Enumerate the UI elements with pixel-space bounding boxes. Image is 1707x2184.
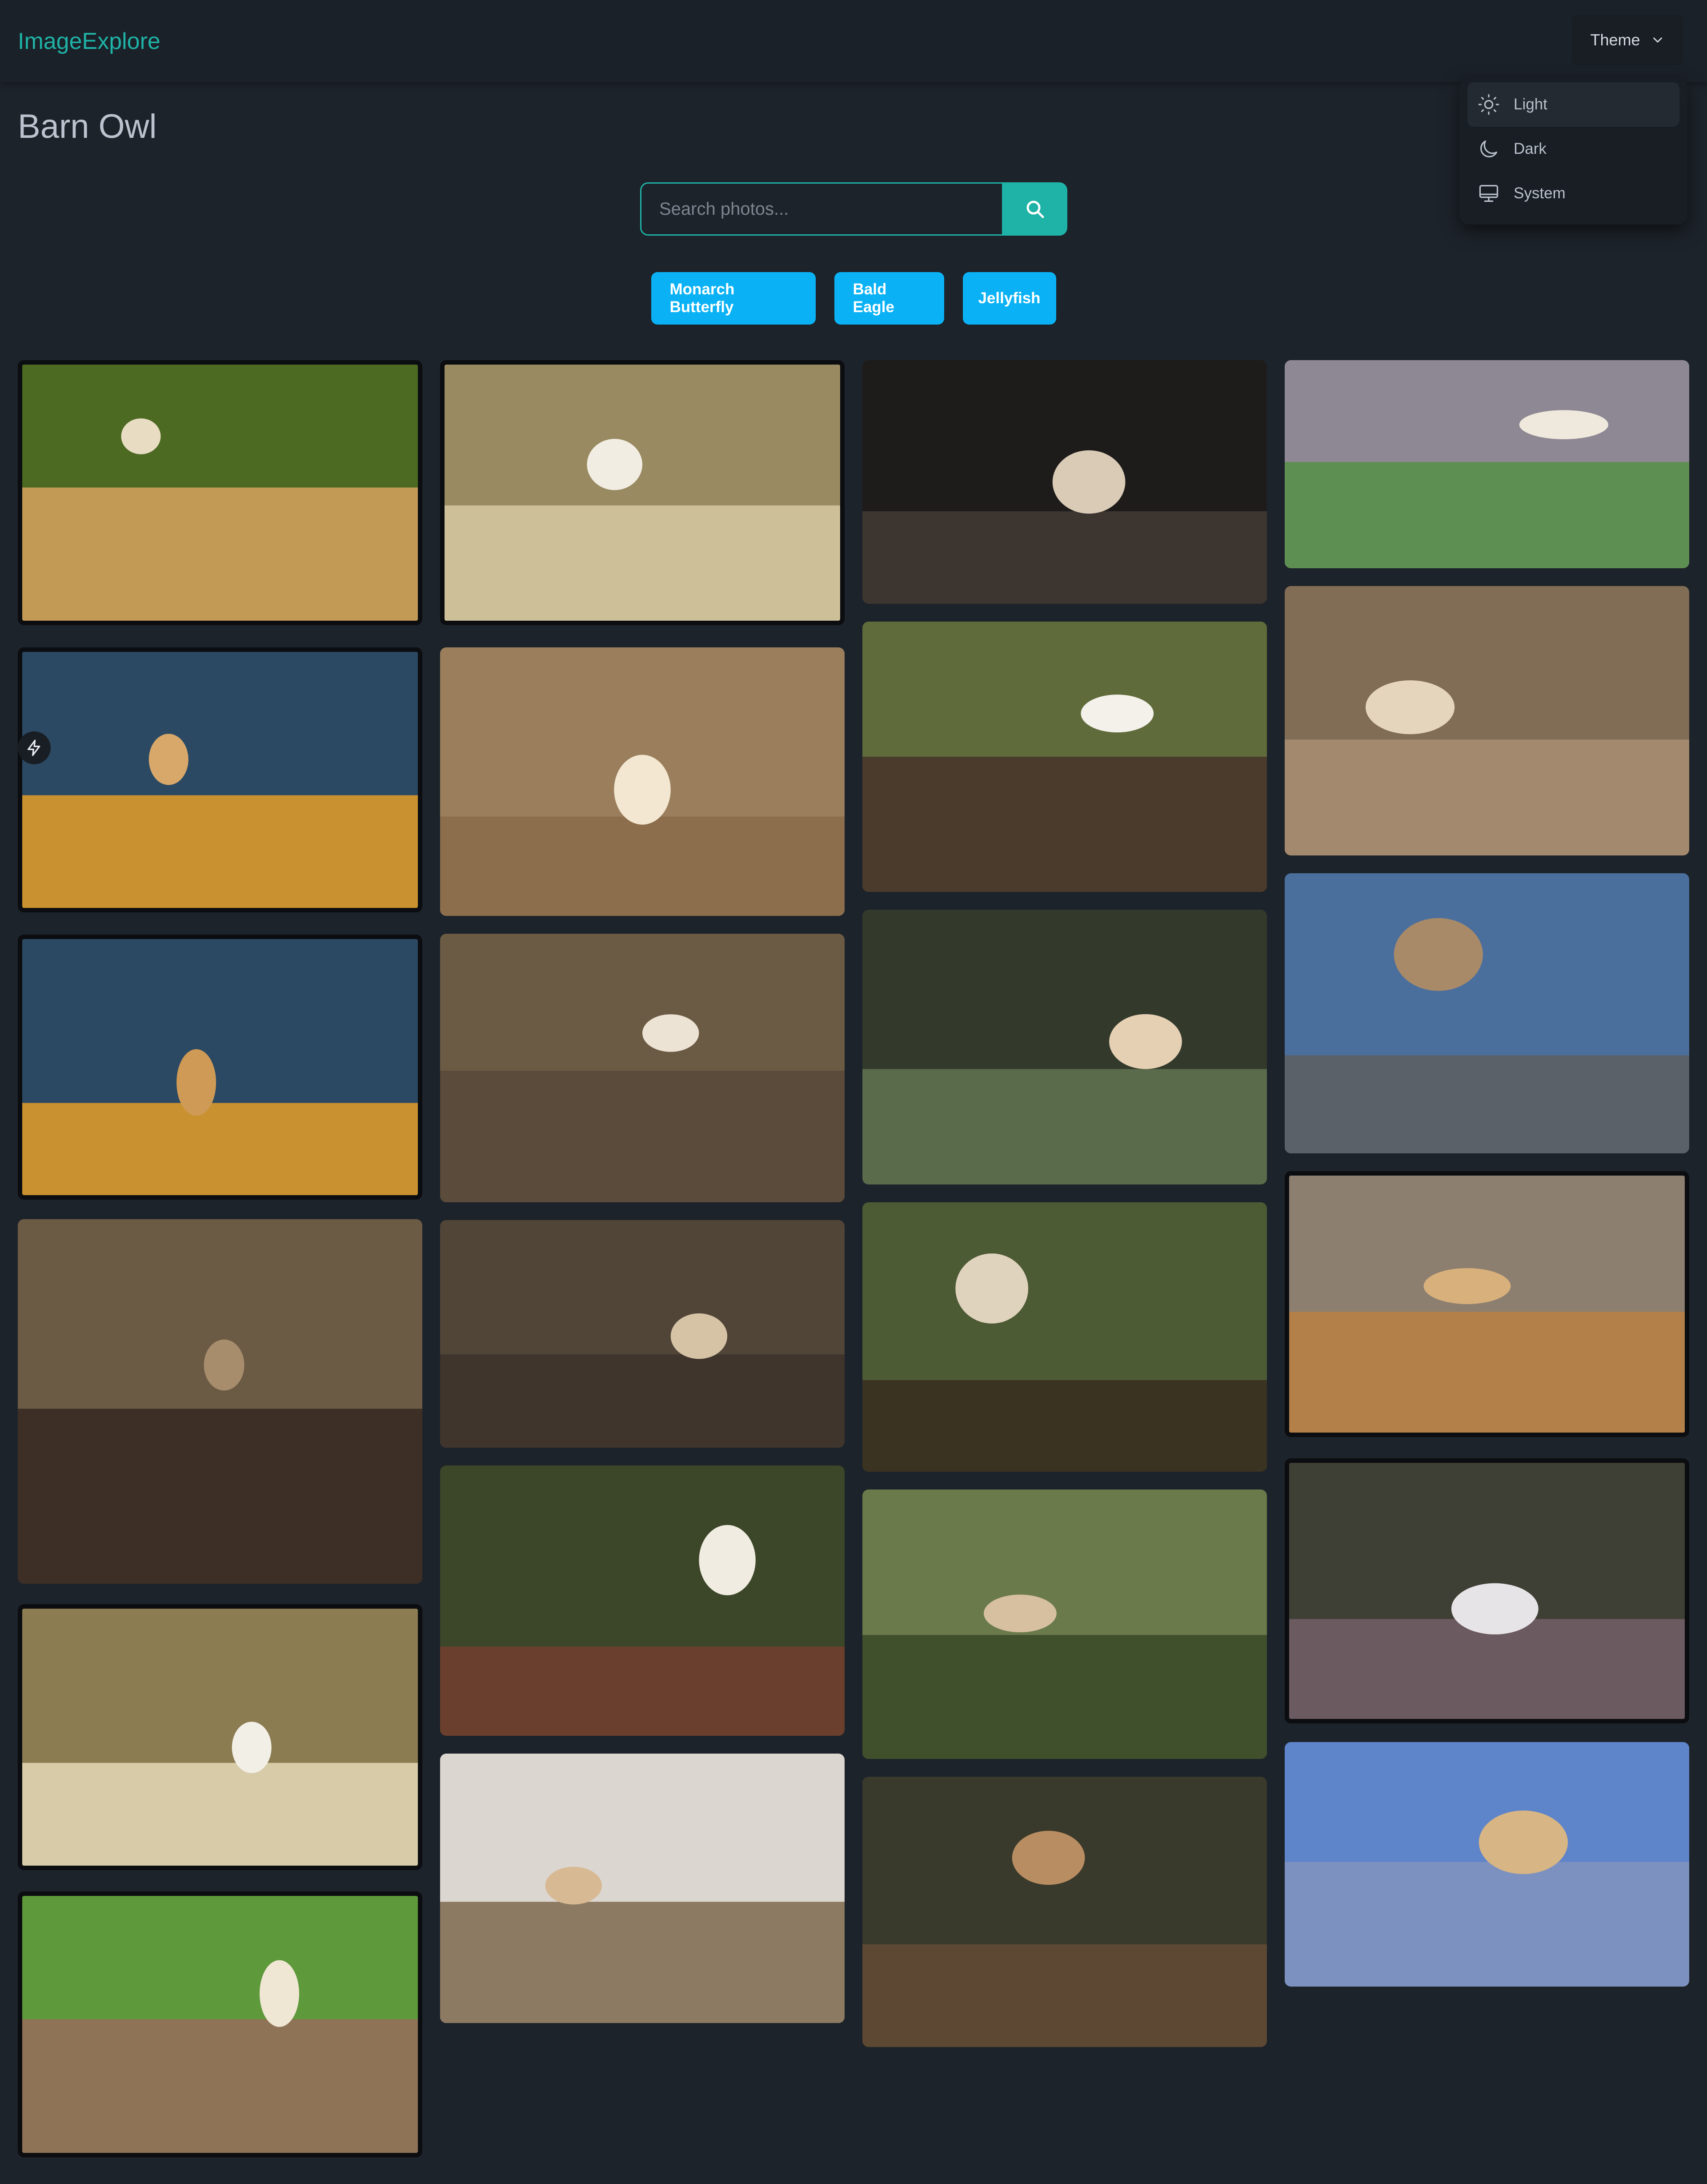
- theme-option-system[interactable]: System: [1467, 171, 1679, 216]
- owl-figure: [176, 1049, 216, 1116]
- photo-image: [22, 1896, 418, 2153]
- gallery-photo-barn-owl-over-green-hedge[interactable]: [18, 1891, 422, 2157]
- moon-icon: [1480, 141, 1497, 157]
- gallery-photo-barn-owl-over-green-meadow[interactable]: [1285, 360, 1689, 568]
- owl-figure: [1012, 1831, 1085, 1885]
- owl-figure: [1052, 450, 1126, 514]
- owl-figure: [1519, 410, 1608, 439]
- photo-image: [440, 934, 845, 1202]
- owl-figure: [642, 1014, 699, 1052]
- sun-icon: [1478, 94, 1499, 115]
- photo-image: [445, 365, 840, 621]
- gallery-photo-barn-owl-sleeping-on-branch[interactable]: [862, 1777, 1267, 2047]
- theme-option-label: System: [1514, 185, 1566, 202]
- gallery-photo-two-barn-owls-on-ledge[interactable]: [862, 360, 1267, 604]
- owl-figure: [1479, 1811, 1568, 1874]
- owl-figure: [260, 1960, 299, 2027]
- owl-figure: [955, 1253, 1029, 1324]
- owl-figure: [148, 734, 188, 785]
- photo-image: [862, 360, 1267, 604]
- owl-figure: [670, 1313, 728, 1359]
- photo-image: [440, 1220, 845, 1448]
- search-icon: [1026, 201, 1044, 218]
- owl-figure: [699, 1525, 756, 1595]
- tag-bald-eagle[interactable]: Bald Eagle: [834, 272, 944, 325]
- gallery-photo-barn-owl-in-misty-field[interactable]: [440, 1754, 845, 2023]
- owl-figure: [204, 1339, 244, 1391]
- theme-button[interactable]: Theme: [1572, 15, 1683, 65]
- photo-image: [862, 622, 1267, 892]
- gallery-photo-barn-owl-in-autumn-tree[interactable]: [18, 1219, 422, 1584]
- gallery-photo-barn-owl-over-golden-field[interactable]: [18, 360, 422, 625]
- theme-option-label: Light: [1514, 96, 1547, 113]
- gallery-photo-barn-owl-gliding-over-field[interactable]: [1285, 586, 1689, 855]
- photo-image: [22, 1609, 418, 1866]
- photo-image: [18, 1219, 422, 1584]
- owl-figure: [1109, 1014, 1182, 1069]
- owl-figure: [1394, 918, 1483, 991]
- gallery-photo-barn-owl-hidden-in-branches[interactable]: [440, 1220, 845, 1448]
- photo-image: [440, 647, 845, 916]
- owl-figure: [545, 1867, 602, 1905]
- photo-image: [1285, 873, 1689, 1153]
- gallery-photo-barn-owl-among-leaves[interactable]: [862, 1202, 1267, 1472]
- gallery-photo-barn-owl-on-wire[interactable]: [440, 934, 845, 1202]
- photo-image: [862, 910, 1267, 1184]
- photo-image: [862, 1777, 1267, 2047]
- photo-image: [1289, 1176, 1685, 1433]
- brand-logo[interactable]: ImageExplore: [18, 26, 160, 57]
- photo-image: [1289, 1463, 1685, 1719]
- gallery-photo-barn-owl-over-hedge[interactable]: [1285, 1171, 1689, 1437]
- photo-image: [440, 1465, 845, 1736]
- photo-image: [22, 939, 418, 1195]
- chevron-down-icon: [1653, 37, 1662, 43]
- owl-figure: [1423, 1268, 1511, 1304]
- gallery-photo-barred-owl-on-roof[interactable]: [1285, 873, 1689, 1153]
- search-bar: [640, 182, 1067, 236]
- tag-jellyfish[interactable]: Jellyfish: [962, 272, 1056, 325]
- owl-figure: [121, 418, 161, 454]
- theme-option-dark[interactable]: Dark: [1467, 127, 1679, 171]
- theme-dropdown: Light Dark System: [1459, 78, 1687, 225]
- theme-option-label: Dark: [1514, 140, 1547, 157]
- photo-image: [862, 1202, 1267, 1472]
- photo-image: [1285, 1742, 1689, 1987]
- search-button[interactable]: [1002, 182, 1067, 236]
- photo-image: [22, 365, 418, 621]
- navbar: ImageExplore Theme: [0, 0, 1707, 82]
- page-title: Barn Owl: [18, 108, 157, 145]
- gallery-photo-barn-owl-against-blue-sky[interactable]: [18, 647, 422, 912]
- owl-figure: [232, 1722, 272, 1773]
- owl-figure: [1451, 1583, 1539, 1634]
- gallery-photo-barn-owl-low-flight-green[interactable]: [862, 910, 1267, 1184]
- owl-figure: [614, 755, 671, 825]
- photo-image: [440, 1754, 845, 2023]
- owl-figure: [984, 1594, 1057, 1633]
- lightning-button[interactable]: [18, 731, 51, 764]
- owl-figure: [1081, 695, 1154, 733]
- theme-option-light[interactable]: Light: [1467, 82, 1679, 127]
- gallery-photo-barn-owl-in-bushes[interactable]: [440, 1465, 845, 1736]
- gallery-photo-barn-owl-in-flight-blue-sky[interactable]: [18, 935, 422, 1200]
- photo-image: [862, 1489, 1267, 1759]
- photo-image: [22, 652, 418, 908]
- photo-image: [1285, 360, 1689, 568]
- search-input[interactable]: [640, 182, 1014, 236]
- gallery-photo-barn-owl-wings-spread-sky[interactable]: [1285, 1742, 1689, 1987]
- gallery-photo-barn-owl-over-pale-meadow[interactable]: [18, 1604, 422, 1870]
- lightning-icon: [28, 739, 40, 756]
- photo-image: [1285, 586, 1689, 855]
- tag-monarch-butterfly[interactable]: Monarch Butterfly: [651, 272, 816, 325]
- gallery-photo-barn-owl-over-heath[interactable]: [1285, 1458, 1689, 1723]
- theme-button-label: Theme: [1590, 30, 1640, 49]
- gallery-photo-barn-owl-wings-raised[interactable]: [440, 647, 845, 916]
- owl-figure: [1366, 680, 1455, 735]
- gallery-photo-barn-owl-in-foliage[interactable]: [862, 1489, 1267, 1759]
- monitor-icon: [1479, 185, 1499, 202]
- gallery-photo-barn-owl-over-pale-grass[interactable]: [440, 360, 845, 625]
- suggestion-tags: Monarch Butterfly Bald Eagle Jellyfish: [0, 272, 1707, 325]
- owl-figure: [587, 439, 642, 490]
- gallery-photo-barn-owl-close-up-perched[interactable]: [862, 622, 1267, 892]
